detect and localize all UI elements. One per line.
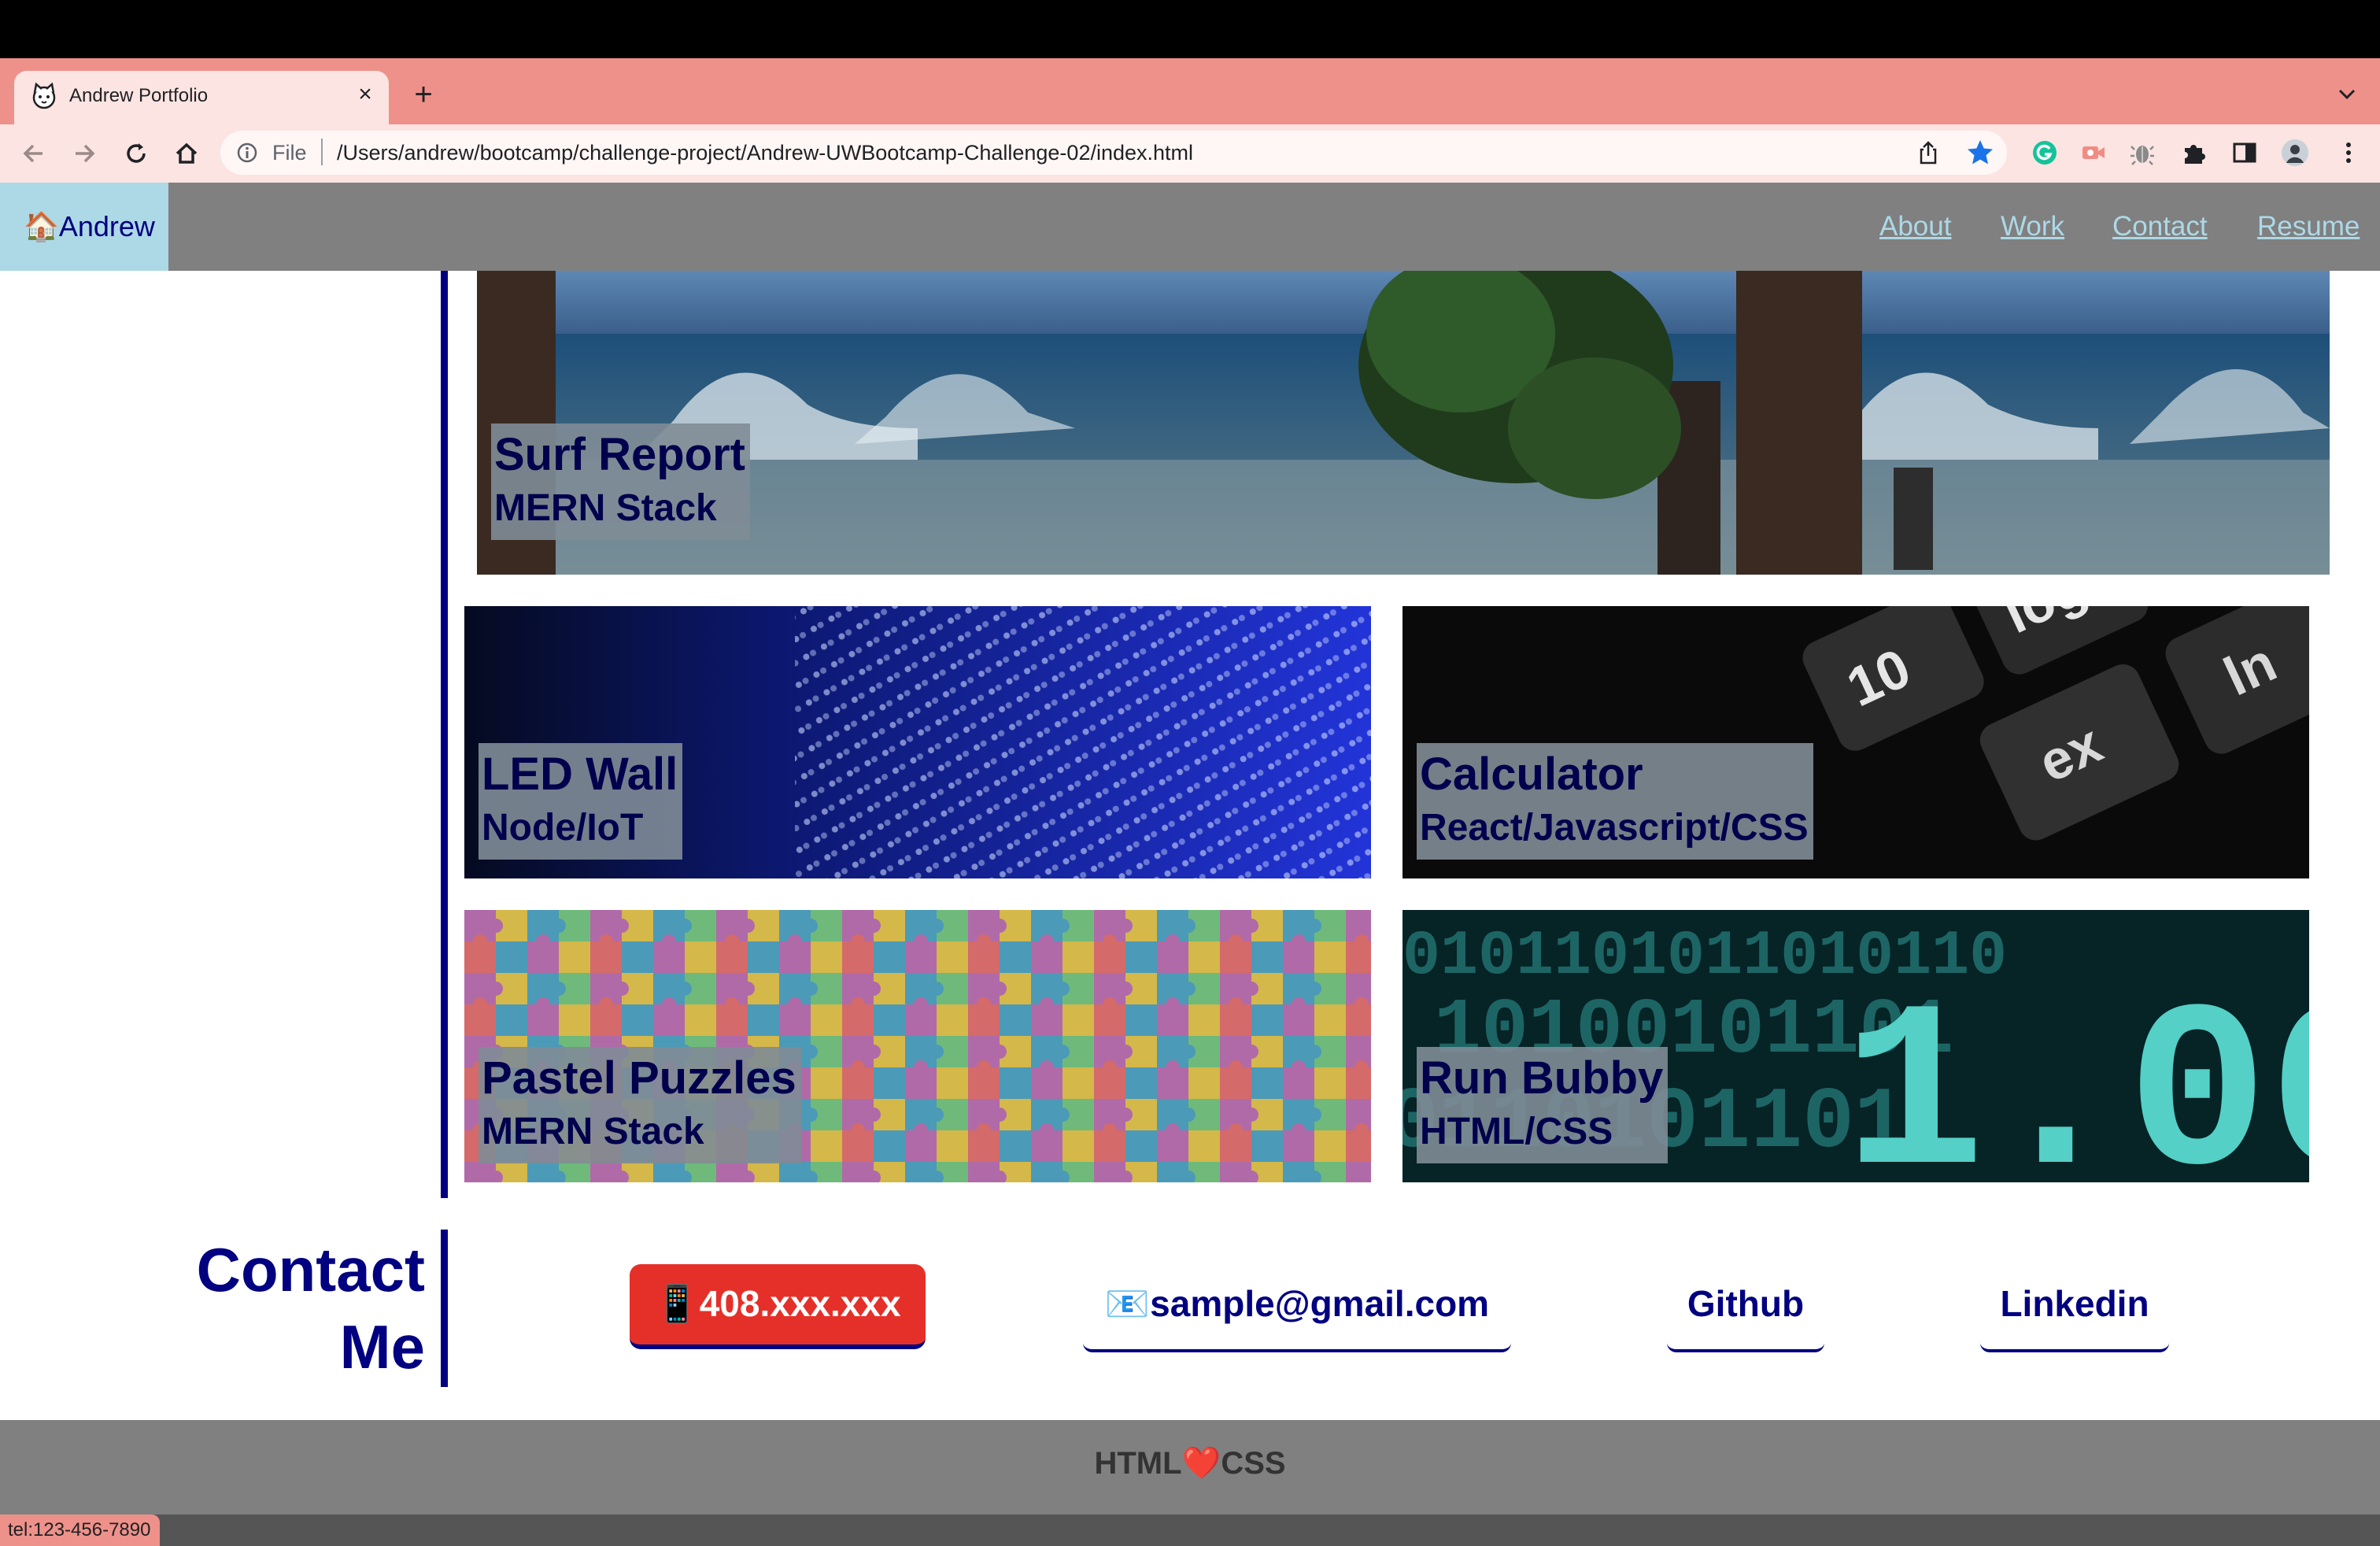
screen-recorder-icon[interactable]: [2078, 137, 2109, 168]
chevron-down-icon[interactable]: [2331, 79, 2363, 110]
work-card-surf-report[interactable]: Surf Report MERN Stack: [477, 271, 2330, 575]
home-icon[interactable]: [167, 134, 206, 173]
side-panel-icon[interactable]: [2229, 137, 2260, 168]
cat-favicon-icon: [32, 82, 56, 109]
nav-link-contact[interactable]: Contact: [2112, 209, 2208, 244]
info-icon[interactable]: [236, 142, 258, 164]
work-card-label: Surf Report MERN Stack: [491, 423, 750, 540]
work-title: Run Bubby: [1420, 1052, 1664, 1104]
url-text[interactable]: /Users/andrew/bootcamp/challenge-project…: [337, 139, 1193, 166]
forward-icon[interactable]: [65, 134, 104, 173]
work-section-divider: [441, 271, 448, 1198]
back-icon[interactable]: [14, 134, 54, 173]
reload-icon[interactable]: [116, 134, 156, 173]
nav-link-about[interactable]: About: [1879, 209, 1951, 244]
link-status-tooltip: tel:123-456-7890: [0, 1515, 161, 1546]
brand-home-link[interactable]: 🏠Andrew: [24, 209, 155, 244]
svg-text:1.00: 1.00: [1843, 966, 2309, 1182]
contact-heading-line1: Contact: [196, 1235, 425, 1304]
work-card-led-wall[interactable]: LED Wall Node/IoT: [464, 606, 1371, 878]
contact-heading: Contact Me: [157, 1231, 425, 1385]
work-subtitle: HTML/CSS: [1420, 1111, 1613, 1152]
nav-link-resume[interactable]: Resume: [2257, 209, 2360, 244]
linkedin-link[interactable]: Linkedin: [1980, 1264, 2169, 1352]
bookmark-star-icon[interactable]: [1964, 137, 1996, 168]
work-subtitle: MERN Stack: [494, 487, 717, 529]
grammarly-icon[interactable]: [2029, 137, 2060, 168]
window-top-bar: [0, 0, 2380, 58]
work-subtitle: Node/IoT: [482, 807, 644, 849]
email-link[interactable]: 📧sample@gmail.com: [1083, 1264, 1511, 1352]
work-title: Calculator: [1420, 749, 1643, 800]
work-card-label: Run Bubby HTML/CSS: [1417, 1047, 1669, 1163]
new-tab-button[interactable]: +: [408, 79, 439, 110]
github-link[interactable]: Github: [1667, 1264, 1824, 1352]
nav-link-work[interactable]: Work: [2001, 209, 2064, 244]
contact-heading-line2: Me: [339, 1312, 425, 1381]
work-subtitle: React/Javascript/CSS: [1420, 807, 1809, 849]
browser-bottom-bar: [0, 1515, 2380, 1546]
surf-photo: [477, 271, 2330, 575]
file-scheme-label: File: [272, 141, 307, 165]
work-title: Surf Report: [494, 429, 745, 480]
work-card-label: Pastel Puzzles MERN Stack: [479, 1047, 801, 1163]
more-menu-icon[interactable]: [2333, 137, 2364, 168]
work-card-calculator[interactable]: 10 log ex ln Calculator React/Javascript…: [1402, 606, 2309, 878]
work-card-pastel-puzzles[interactable]: Pastel Puzzles MERN Stack: [464, 910, 1371, 1182]
work-card-label: Calculator React/Javascript/CSS: [1417, 743, 1813, 860]
footer-text: HTML❤️CSS: [1094, 1446, 1286, 1481]
work-subtitle: MERN Stack: [482, 1111, 704, 1152]
share-icon[interactable]: [1914, 139, 1942, 167]
address-separator: [321, 139, 323, 165]
close-tab-icon[interactable]: ×: [351, 80, 379, 109]
phone-button[interactable]: 📱408.xxx.xxx: [630, 1264, 926, 1349]
work-title: LED Wall: [482, 749, 678, 800]
tab-title: Andrew Portfolio: [69, 85, 209, 106]
bug-icon[interactable]: [2127, 137, 2158, 168]
work-card-label: LED Wall Node/IoT: [479, 743, 683, 860]
work-card-run-bubby[interactable]: 0101101011010110 10100101101 0110101101 …: [1402, 910, 2309, 1182]
profile-avatar-icon[interactable]: [2279, 137, 2311, 168]
extensions-puzzle-icon[interactable]: [2179, 137, 2210, 168]
contact-divider: [441, 1230, 448, 1387]
work-title: Pastel Puzzles: [482, 1052, 796, 1104]
